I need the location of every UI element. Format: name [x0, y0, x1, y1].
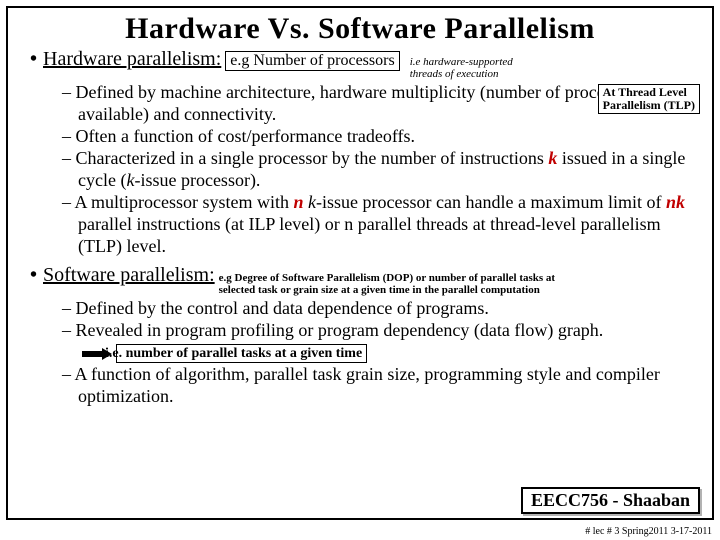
- hw-aside-line2: Parallelism (TLP): [603, 98, 695, 112]
- hw-heading-row: • Hardware parallelism: e.g Number of pr…: [30, 48, 702, 80]
- sw-note-line2: selected task or grain size at a given t…: [219, 284, 540, 296]
- list-item: A function of algorithm, parallel task g…: [62, 364, 702, 408]
- hw-item-1: Often a function of cost/performance tra…: [76, 126, 416, 146]
- arrow-icon: [82, 348, 112, 360]
- sw-heading: Software parallelism:: [43, 264, 215, 287]
- hw-sidenote-line1: i.e hardware-supported: [410, 56, 513, 68]
- sw-note: e.g Degree of Software Parallelism (DOP)…: [219, 272, 555, 296]
- list-item: Revealed in program profiling or program…: [62, 320, 702, 364]
- list-item: A multiprocessor system with n k-issue p…: [62, 192, 702, 258]
- sw-note-line1: e.g Degree of Software Parallelism (DOP)…: [219, 272, 555, 284]
- hw-box-note: e.g Number of processors: [225, 51, 399, 71]
- sw-item-2: A function of algorithm, parallel task g…: [75, 364, 660, 406]
- slide-meta: # lec # 3 Spring2011 3-17-2011: [585, 526, 712, 537]
- bullet-icon: •: [30, 48, 37, 71]
- hw-heading: Hardware parallelism:: [43, 48, 221, 71]
- hw-aside-box: At Thread Level Parallelism (TLP): [598, 84, 700, 114]
- list-item: Often a function of cost/performance tra…: [62, 126, 702, 148]
- hw-aside-line1: At Thread Level: [603, 85, 687, 99]
- hw-sidenote-line2: threads of execution: [410, 68, 499, 80]
- list-item: Defined by the control and data dependen…: [62, 298, 702, 320]
- course-footer-box: EECC756 - Shaaban: [521, 487, 700, 514]
- sw-list: Defined by the control and data dependen…: [62, 298, 702, 408]
- sw-item-1: Revealed in program profiling or program…: [76, 320, 604, 340]
- hw-item-3: A multiprocessor system with n k-issue p…: [75, 192, 685, 256]
- hw-sidenote: i.e hardware-supported threads of execut…: [410, 57, 513, 80]
- slide-frame: Hardware Vs. Software Parallelism • Hard…: [6, 6, 714, 520]
- sw-heading-row: • Software parallelism: e.g Degree of So…: [30, 264, 702, 296]
- sw-arrow-note: i.e. number of parallel tasks at a given…: [116, 344, 367, 363]
- hw-item-0: Defined by machine architecture, hardwar…: [76, 82, 641, 124]
- bullet-icon: •: [30, 264, 37, 287]
- sw-item-0: Defined by the control and data dependen…: [76, 298, 489, 318]
- list-item: Characterized in a single processor by t…: [62, 148, 702, 192]
- hw-item-2: Characterized in a single processor by t…: [76, 148, 686, 190]
- arrow-wrap: i.e. number of parallel tasks at a given…: [78, 344, 367, 363]
- slide-title: Hardware Vs. Software Parallelism: [18, 12, 702, 46]
